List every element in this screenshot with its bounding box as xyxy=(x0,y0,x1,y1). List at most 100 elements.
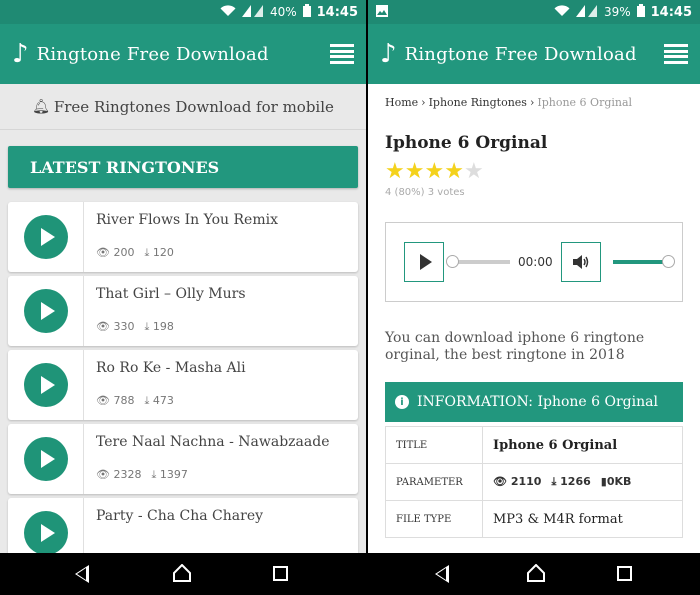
ringtone-name[interactable]: That Girl – Olly Murs xyxy=(96,286,348,312)
battery-percent: 40% xyxy=(269,5,297,19)
star-icon[interactable]: ★ xyxy=(464,159,484,184)
recent-apps-icon[interactable] xyxy=(617,566,632,581)
views-count: 👁︎ 2328 xyxy=(96,468,142,481)
play-icon[interactable] xyxy=(23,437,68,481)
play-icon[interactable] xyxy=(23,289,68,333)
list-item[interactable]: Ro Ro Ke - Masha Ali 👁︎ 788 ⤓ 473 xyxy=(8,350,358,420)
list-item[interactable]: Party - Cha Cha Charey xyxy=(8,498,358,553)
audio-player: 00:00 xyxy=(385,222,683,302)
image-icon xyxy=(376,4,388,20)
volume-slider[interactable] xyxy=(612,255,675,268)
rating-stars[interactable]: ★★★★★ xyxy=(385,161,683,183)
download-icon: ⤓ xyxy=(144,246,150,259)
download-icon: ⤓ xyxy=(151,468,157,481)
bell-icon: 🔔︎ xyxy=(32,98,50,115)
views-count: 👁︎ 200 xyxy=(96,246,135,259)
menu-icon[interactable] xyxy=(330,44,354,64)
app-title[interactable]: Ringtone Free Download xyxy=(37,44,269,65)
list-item[interactable]: That Girl – Olly Murs 👁︎ 330 ⤓ 198 xyxy=(8,276,358,346)
play-icon[interactable] xyxy=(23,511,68,553)
rating-votes: 4 (80%) 3 votes xyxy=(385,187,465,198)
status-time: 14:45 xyxy=(316,4,358,20)
views-count: 👁︎ 330 xyxy=(96,320,135,333)
battery-icon xyxy=(636,4,645,20)
breadcrumb-category[interactable]: Iphone Ringtones xyxy=(429,96,527,109)
app-bar: ♪ Ringtone Free Download xyxy=(368,24,700,84)
wifi-icon xyxy=(220,4,236,20)
info-key: PARAMETER xyxy=(385,463,483,501)
ringtone-name[interactable]: Tere Naal Nachna - Nawabzaade xyxy=(96,434,348,460)
right-screen: 39% 14:45 ♪ Ringtone Free Download Home ›… xyxy=(368,0,700,553)
breadcrumb-home[interactable]: Home xyxy=(385,96,418,109)
download-icon: ⤓ xyxy=(144,320,150,333)
eye-icon: 👁︎ xyxy=(96,320,110,333)
info-value: Iphone 6 Orginal xyxy=(482,426,683,464)
status-time: 14:45 xyxy=(650,4,692,20)
signal-icon xyxy=(575,4,598,20)
star-icon[interactable]: ★ xyxy=(424,159,444,184)
info-value: MP3 & M4R format xyxy=(482,500,683,538)
tagline-text: Free Ringtones Download for mobile xyxy=(53,97,334,116)
status-bar: 39% 14:45 xyxy=(368,0,700,24)
navigation-bar xyxy=(0,553,700,595)
download-icon: ⤓ xyxy=(144,394,150,407)
ringtone-name[interactable]: Ro Ro Ke - Masha Ali xyxy=(96,360,348,386)
play-icon[interactable] xyxy=(23,363,68,407)
ringtone-name[interactable]: River Flows In You Remix xyxy=(96,212,348,238)
music-note-icon[interactable]: ♪ xyxy=(12,39,29,69)
ringtone-name[interactable]: Party - Cha Cha Charey xyxy=(96,508,348,534)
home-icon[interactable] xyxy=(527,564,545,582)
wifi-icon xyxy=(554,4,570,20)
ringtone-list: River Flows In You Remix 👁︎ 200 ⤓ 120 Th… xyxy=(0,202,366,553)
info-icon: i xyxy=(395,395,409,409)
star-icon[interactable]: ★ xyxy=(444,159,464,184)
menu-icon[interactable] xyxy=(664,44,688,64)
description: You can download iphone 6 ringtone orgin… xyxy=(385,330,645,363)
breadcrumb: Home › Iphone Ringtones › Iphone 6 Orginal xyxy=(385,96,633,109)
eye-icon: 👁︎ xyxy=(493,475,507,488)
information-header: i INFORMATION: Iphone 6 Orginal xyxy=(385,382,683,422)
downloads-count: ⤓ 120 xyxy=(144,246,174,259)
breadcrumb-current: Iphone 6 Orginal xyxy=(537,96,633,109)
play-button[interactable] xyxy=(404,242,444,282)
left-screen: 40% 14:45 ♪ Ringtone Free Download 🔔︎ Fr… xyxy=(0,0,366,553)
seek-slider[interactable] xyxy=(446,255,510,268)
star-icon[interactable]: ★ xyxy=(385,159,405,184)
player-time: 00:00 xyxy=(518,255,553,269)
downloads-count: ⤓ 1397 xyxy=(151,468,188,481)
latest-ringtones-header: LATEST RINGTONES xyxy=(8,146,358,188)
downloads-count: ⤓ 473 xyxy=(144,394,174,407)
download-icon: ⤓ xyxy=(551,475,557,488)
status-bar: 40% 14:45 xyxy=(0,0,366,24)
back-icon[interactable] xyxy=(75,565,89,583)
info-table: TITLE Iphone 6 Orginal PARAMETER 👁︎ 2110… xyxy=(385,426,683,538)
table-row: TITLE Iphone 6 Orginal xyxy=(385,426,683,464)
app-title[interactable]: Ringtone Free Download xyxy=(405,44,637,65)
table-row: PARAMETER 👁︎ 2110 ⤓ 1266 ▮0KB xyxy=(385,463,683,501)
downloads-count: ⤓ 198 xyxy=(144,320,174,333)
home-icon[interactable] xyxy=(173,564,191,582)
info-key: FILE TYPE xyxy=(385,500,483,538)
eye-icon: 👁︎ xyxy=(96,468,110,481)
volume-button[interactable] xyxy=(560,242,601,282)
views-count: 👁︎ 788 xyxy=(96,394,135,407)
info-key: TITLE xyxy=(385,426,483,464)
music-note-icon[interactable]: ♪ xyxy=(380,39,397,69)
app-bar: ♪ Ringtone Free Download xyxy=(0,24,366,84)
back-icon[interactable] xyxy=(435,565,449,583)
tagline: 🔔︎ Free Ringtones Download for mobile xyxy=(0,84,366,130)
play-icon xyxy=(419,254,432,270)
star-icon[interactable]: ★ xyxy=(405,159,425,184)
list-item[interactable]: River Flows In You Remix 👁︎ 200 ⤓ 120 xyxy=(8,202,358,272)
info-value: 👁︎ 2110 ⤓ 1266 ▮0KB xyxy=(482,463,683,501)
eye-icon: 👁︎ xyxy=(96,394,110,407)
volume-icon xyxy=(572,255,588,269)
battery-percent: 39% xyxy=(603,5,631,19)
list-item[interactable]: Tere Naal Nachna - Nawabzaade 👁︎ 2328 ⤓ … xyxy=(8,424,358,494)
battery-icon xyxy=(302,4,311,20)
play-icon[interactable] xyxy=(23,215,68,259)
signal-icon xyxy=(241,4,264,20)
recent-apps-icon[interactable] xyxy=(273,566,288,581)
page-title: Iphone 6 Orginal xyxy=(385,133,548,153)
table-row: FILE TYPE MP3 & M4R format xyxy=(385,500,683,538)
